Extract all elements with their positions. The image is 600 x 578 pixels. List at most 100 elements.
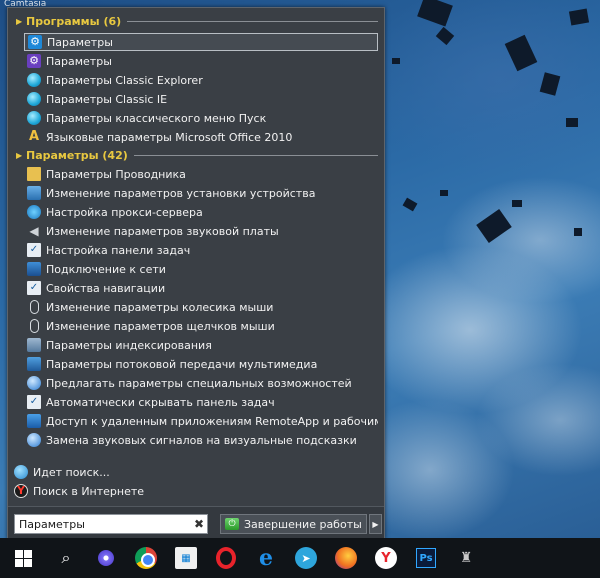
wallpaper-shard	[566, 118, 578, 127]
result-item-label: Языковые параметры Microsoft Office 2010	[46, 130, 293, 144]
result-item-mouse-clicks[interactable]: Изменение параметров щелчков мыши	[24, 317, 378, 335]
search-running-item[interactable]: Идет поиск...	[14, 463, 254, 481]
result-item-label: Параметры потоковой передачи мультимедиа	[46, 357, 318, 371]
accessibility-icon	[27, 376, 41, 390]
collapse-arrow-icon: ▶	[16, 16, 23, 26]
menu-footer: ✖ ⏻ Завершение работы ▶	[8, 506, 384, 539]
wallpaper-shard	[435, 26, 455, 46]
settings-gear-purple-icon: ⚙	[27, 54, 41, 68]
photoshop-icon: Ps	[416, 548, 436, 568]
wallpaper-shard	[476, 208, 512, 244]
result-item-remoteapp[interactable]: Доступ к удаленным приложениям RemoteApp…	[24, 412, 378, 430]
result-item-label: Изменение параметров звуковой платы	[46, 224, 279, 238]
chevron-right-icon: ▶	[372, 519, 379, 529]
cortana-button[interactable]	[86, 538, 126, 578]
search-internet-item[interactable]: Y Поиск в Интернете	[14, 482, 254, 500]
accessibility-icon	[27, 433, 41, 447]
result-item-explorer-options[interactable]: Параметры Проводника	[24, 165, 378, 183]
search-progress-icon	[14, 465, 28, 479]
classic-shell-icon	[27, 92, 41, 106]
taskbar-opera[interactable]	[206, 538, 246, 578]
result-item-office-language[interactable]: A Языковые параметры Microsoft Office 20…	[24, 128, 378, 146]
result-item-indexing[interactable]: Параметры индексирования	[24, 336, 378, 354]
wallpaper-shard	[568, 8, 590, 26]
result-item-label: Параметры	[47, 35, 113, 49]
result-item-label: Доступ к удаленным приложениям RemoteApp…	[46, 414, 378, 428]
taskbar: ⌕ ▦ e ➤ Y Ps ♜	[0, 538, 600, 578]
taskbar-search-button[interactable]: ⌕	[46, 538, 86, 578]
folder-options-icon	[27, 167, 41, 181]
wallpaper-shard	[512, 200, 522, 207]
search-box: ✖	[14, 514, 208, 534]
search-running-label: Идет поиск...	[33, 465, 110, 479]
windows-logo-icon	[14, 549, 32, 567]
result-item-label: Изменение параметров установки устройств…	[46, 186, 316, 200]
telegram-icon: ➤	[295, 547, 317, 569]
start-button[interactable]	[0, 538, 46, 578]
clear-search-icon[interactable]: ✖	[191, 517, 207, 531]
result-item-accessibility-suggest[interactable]: Предлагать параметры специальных возможн…	[24, 374, 378, 392]
classic-shell-icon	[27, 73, 41, 87]
taskbar-check-icon: ✓	[27, 243, 41, 257]
taskbar-photoshop[interactable]: Ps	[406, 538, 446, 578]
wallpaper-shard	[417, 0, 453, 27]
result-item-parametry-settings[interactable]: ⚙ Параметры	[24, 33, 378, 51]
firefox-icon	[335, 547, 357, 569]
search-input[interactable]	[15, 515, 191, 533]
result-item-classic-start-menu[interactable]: Параметры классического меню Пуск	[24, 109, 378, 127]
shutdown-options-button[interactable]: ▶	[369, 514, 382, 534]
mouse-icon	[30, 300, 39, 314]
result-item-sound-card[interactable]: ◀ Изменение параметров звуковой платы	[24, 222, 378, 240]
group-divider	[127, 20, 378, 22]
result-item-label: Подключение к сети	[46, 262, 166, 276]
settings-gear-icon: ⚙	[28, 35, 42, 49]
world-of-tanks-icon: ♜	[459, 550, 473, 566]
result-item-label: Свойства навигации	[46, 281, 166, 295]
group-header-programs[interactable]: ▶ Программы (6)	[16, 12, 378, 30]
result-item-network-connect[interactable]: Подключение к сети	[24, 260, 378, 278]
shutdown-button[interactable]: ⏻ Завершение работы	[220, 514, 367, 534]
result-item-visual-sound-cues[interactable]: Замена звуковых сигналов на визуальные п…	[24, 431, 378, 449]
result-item-mouse-wheel[interactable]: Изменение параметры колесика мыши	[24, 298, 378, 316]
navigation-check-icon: ✓	[27, 281, 41, 295]
media-streaming-icon	[27, 357, 41, 371]
result-item-label: Параметры Classic Explorer	[46, 73, 203, 87]
taskbar-store[interactable]: ▦	[166, 538, 206, 578]
result-item-taskbar-settings[interactable]: ✓ Настройка панели задач	[24, 241, 378, 259]
speaker-icon: ◀	[29, 224, 39, 238]
chrome-icon	[135, 547, 157, 569]
result-item-label: Предлагать параметры специальных возможн…	[46, 376, 352, 390]
yandex-icon: Y	[14, 484, 28, 498]
network-icon	[27, 262, 41, 276]
yandex-browser-icon: Y	[375, 547, 397, 569]
opera-icon	[216, 547, 236, 569]
taskbar-edge[interactable]: e	[246, 538, 286, 578]
result-item-label: Параметры индексирования	[46, 338, 212, 352]
group-header-settings[interactable]: ▶ Параметры (42)	[16, 146, 378, 164]
taskbar-yandex-browser[interactable]: Y	[366, 538, 406, 578]
result-item-label: Параметры Проводника	[46, 167, 186, 181]
indexing-icon	[27, 338, 41, 352]
shutdown-icon: ⏻	[225, 518, 239, 530]
cortana-icon	[98, 550, 114, 566]
wallpaper-shard	[504, 34, 538, 72]
result-item-label: Настройка прокси-сервера	[46, 205, 203, 219]
result-item-media-streaming[interactable]: Параметры потоковой передачи мультимедиа	[24, 355, 378, 373]
search-icon: ⌕	[61, 548, 71, 567]
taskbar-firefox[interactable]	[326, 538, 366, 578]
wallpaper-shard	[539, 72, 561, 96]
result-item-autohide-taskbar[interactable]: ✓ Автоматически скрывать панель задач	[24, 393, 378, 411]
taskbar-chrome[interactable]	[126, 538, 166, 578]
proxy-globe-icon	[27, 205, 41, 219]
result-item-parametry-control-panel[interactable]: ⚙ Параметры	[24, 52, 378, 70]
result-item-classic-ie[interactable]: Параметры Classic IE	[24, 90, 378, 108]
result-item-proxy[interactable]: Настройка прокси-сервера	[24, 203, 378, 221]
result-item-classic-explorer[interactable]: Параметры Classic Explorer	[24, 71, 378, 89]
classic-shell-icon	[27, 111, 41, 125]
result-item-device-install[interactable]: Изменение параметров установки устройств…	[24, 184, 378, 202]
taskbar-world-of-tanks[interactable]: ♜	[446, 538, 486, 578]
result-item-navigation-properties[interactable]: ✓ Свойства навигации	[24, 279, 378, 297]
taskbar-check-icon: ✓	[27, 395, 41, 409]
result-item-label: Автоматически скрывать панель задач	[46, 395, 275, 409]
taskbar-telegram[interactable]: ➤	[286, 538, 326, 578]
